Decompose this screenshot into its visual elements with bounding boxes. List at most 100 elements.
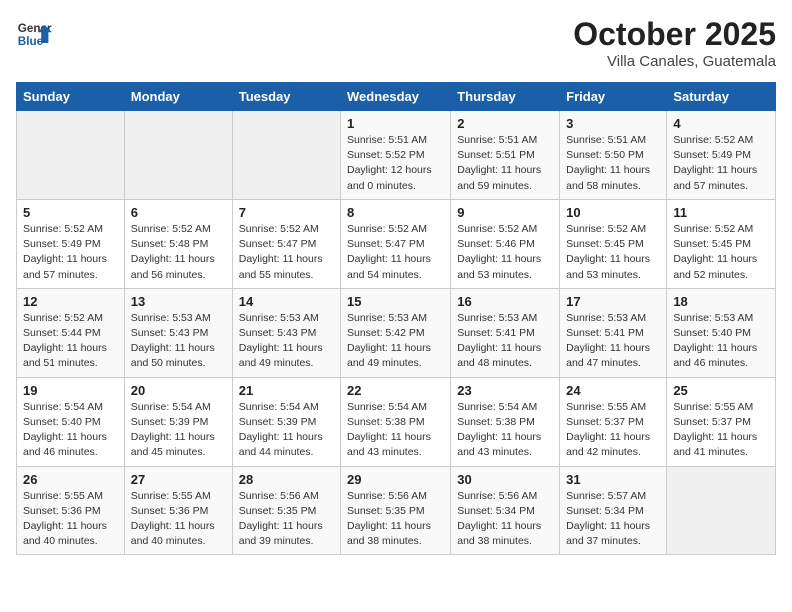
day-number: 29 <box>347 472 444 487</box>
day-info: Sunrise: 5:52 AMSunset: 5:48 PMDaylight:… <box>131 222 226 283</box>
day-info: Sunrise: 5:51 AMSunset: 5:50 PMDaylight:… <box>566 133 660 194</box>
day-info: Sunrise: 5:57 AMSunset: 5:34 PMDaylight:… <box>566 489 660 550</box>
day-number: 31 <box>566 472 660 487</box>
calendar-cell: 31 Sunrise: 5:57 AMSunset: 5:34 PMDayligh… <box>560 466 667 555</box>
day-info: Sunrise: 5:52 AMSunset: 5:45 PMDaylight:… <box>566 222 660 283</box>
day-number: 19 <box>23 383 118 398</box>
day-number: 13 <box>131 294 226 309</box>
day-info: Sunrise: 5:52 AMSunset: 5:44 PMDaylight:… <box>23 311 118 372</box>
weekday-header: Sunday <box>17 83 125 111</box>
day-number: 23 <box>457 383 553 398</box>
calendar-cell: 10 Sunrise: 5:52 AMSunset: 5:45 PMDayligh… <box>560 199 667 288</box>
day-info: Sunrise: 5:54 AMSunset: 5:38 PMDaylight:… <box>457 400 553 461</box>
day-info: Sunrise: 5:54 AMSunset: 5:39 PMDaylight:… <box>131 400 226 461</box>
weekday-header: Tuesday <box>232 83 340 111</box>
day-info: Sunrise: 5:51 AMSunset: 5:52 PMDaylight:… <box>347 133 444 194</box>
day-number: 7 <box>239 205 334 220</box>
calendar-cell: 27 Sunrise: 5:55 AMSunset: 5:36 PMDayligh… <box>124 466 232 555</box>
calendar-cell: 3 Sunrise: 5:51 AMSunset: 5:50 PMDaylight… <box>560 111 667 200</box>
day-info: Sunrise: 5:53 AMSunset: 5:41 PMDaylight:… <box>457 311 553 372</box>
weekday-header: Thursday <box>451 83 560 111</box>
calendar-week-row: 26 Sunrise: 5:55 AMSunset: 5:36 PMDayligh… <box>17 466 776 555</box>
calendar-cell: 12 Sunrise: 5:52 AMSunset: 5:44 PMDayligh… <box>17 288 125 377</box>
calendar-table: SundayMondayTuesdayWednesdayThursdayFrid… <box>16 82 776 555</box>
calendar-cell: 16 Sunrise: 5:53 AMSunset: 5:41 PMDayligh… <box>451 288 560 377</box>
day-number: 20 <box>131 383 226 398</box>
calendar-cell: 25Sunrise: 5:55 AMSunset: 5:37 PMDayligh… <box>667 377 776 466</box>
day-number: 30 <box>457 472 553 487</box>
day-number: 9 <box>457 205 553 220</box>
calendar-week-row: 12 Sunrise: 5:52 AMSunset: 5:44 PMDayligh… <box>17 288 776 377</box>
calendar-cell: 15 Sunrise: 5:53 AMSunset: 5:42 PMDayligh… <box>341 288 451 377</box>
svg-text:Blue: Blue <box>18 35 44 48</box>
calendar-cell: 8 Sunrise: 5:52 AMSunset: 5:47 PMDaylight… <box>341 199 451 288</box>
calendar-cell <box>124 111 232 200</box>
day-info: Sunrise: 5:52 AMSunset: 5:47 PMDaylight:… <box>239 222 334 283</box>
day-info: Sunrise: 5:52 AMSunset: 5:46 PMDaylight:… <box>457 222 553 283</box>
location: Villa Canales, Guatemala <box>573 53 776 70</box>
day-info: Sunrise: 5:52 AMSunset: 5:49 PMDaylight:… <box>673 133 769 194</box>
day-info: Sunrise: 5:51 AMSunset: 5:51 PMDaylight:… <box>457 133 553 194</box>
day-info: Sunrise: 5:53 AMSunset: 5:43 PMDaylight:… <box>239 311 334 372</box>
day-number: 14 <box>239 294 334 309</box>
day-number: 28 <box>239 472 334 487</box>
day-number: 21 <box>239 383 334 398</box>
calendar-cell: 29Sunrise: 5:56 AMSunset: 5:35 PMDayligh… <box>341 466 451 555</box>
calendar-cell <box>667 466 776 555</box>
day-info: Sunrise: 5:52 AMSunset: 5:49 PMDaylight:… <box>23 222 118 283</box>
day-number: 10 <box>566 205 660 220</box>
day-number: 4 <box>673 116 769 131</box>
weekday-header-row: SundayMondayTuesdayWednesdayThursdayFrid… <box>17 83 776 111</box>
calendar-cell: 18Sunrise: 5:53 AMSunset: 5:40 PMDayligh… <box>667 288 776 377</box>
calendar-cell: 23 Sunrise: 5:54 AMSunset: 5:38 PMDayligh… <box>451 377 560 466</box>
calendar-cell: 6 Sunrise: 5:52 AMSunset: 5:48 PMDaylight… <box>124 199 232 288</box>
day-number: 16 <box>457 294 553 309</box>
day-number: 15 <box>347 294 444 309</box>
calendar-cell: 20 Sunrise: 5:54 AMSunset: 5:39 PMDayligh… <box>124 377 232 466</box>
calendar-cell: 5Sunrise: 5:52 AMSunset: 5:49 PMDaylight… <box>17 199 125 288</box>
calendar-week-row: 19Sunrise: 5:54 AMSunset: 5:40 PMDayligh… <box>17 377 776 466</box>
weekday-header: Monday <box>124 83 232 111</box>
calendar-week-row: 5Sunrise: 5:52 AMSunset: 5:49 PMDaylight… <box>17 199 776 288</box>
day-info: Sunrise: 5:56 AMSunset: 5:34 PMDaylight:… <box>457 489 553 550</box>
day-info: Sunrise: 5:53 AMSunset: 5:42 PMDaylight:… <box>347 311 444 372</box>
calendar-cell: 11 Sunrise: 5:52 AMSunset: 5:45 PMDayligh… <box>667 199 776 288</box>
calendar-cell: 13 Sunrise: 5:53 AMSunset: 5:43 PMDayligh… <box>124 288 232 377</box>
day-info: Sunrise: 5:55 AMSunset: 5:36 PMDaylight:… <box>23 489 118 550</box>
day-info: Sunrise: 5:52 AMSunset: 5:45 PMDaylight:… <box>673 222 769 283</box>
logo-icon: General Blue <box>16 16 52 52</box>
day-number: 26 <box>23 472 118 487</box>
calendar-cell: 17Sunrise: 5:53 AMSunset: 5:41 PMDayligh… <box>560 288 667 377</box>
calendar-cell: 14 Sunrise: 5:53 AMSunset: 5:43 PMDayligh… <box>232 288 340 377</box>
day-info: Sunrise: 5:52 AMSunset: 5:47 PMDaylight:… <box>347 222 444 283</box>
day-info: Sunrise: 5:56 AMSunset: 5:35 PMDaylight:… <box>239 489 334 550</box>
day-number: 11 <box>673 205 769 220</box>
calendar-cell: 21 Sunrise: 5:54 AMSunset: 5:39 PMDayligh… <box>232 377 340 466</box>
day-info: Sunrise: 5:53 AMSunset: 5:41 PMDaylight:… <box>566 311 660 372</box>
title-block: October 2025 Villa Canales, Guatemala <box>573 16 776 70</box>
day-number: 25 <box>673 383 769 398</box>
day-info: Sunrise: 5:54 AMSunset: 5:39 PMDaylight:… <box>239 400 334 461</box>
logo: General Blue <box>16 16 52 52</box>
day-info: Sunrise: 5:53 AMSunset: 5:40 PMDaylight:… <box>673 311 769 372</box>
day-number: 22 <box>347 383 444 398</box>
day-number: 27 <box>131 472 226 487</box>
day-info: Sunrise: 5:53 AMSunset: 5:43 PMDaylight:… <box>131 311 226 372</box>
weekday-header: Friday <box>560 83 667 111</box>
day-info: Sunrise: 5:54 AMSunset: 5:38 PMDaylight:… <box>347 400 444 461</box>
calendar-cell: 30 Sunrise: 5:56 AMSunset: 5:34 PMDayligh… <box>451 466 560 555</box>
calendar-cell: 2 Sunrise: 5:51 AMSunset: 5:51 PMDaylight… <box>451 111 560 200</box>
day-number: 12 <box>23 294 118 309</box>
day-info: Sunrise: 5:55 AMSunset: 5:36 PMDaylight:… <box>131 489 226 550</box>
day-number: 3 <box>566 116 660 131</box>
day-number: 2 <box>457 116 553 131</box>
calendar-cell: 4 Sunrise: 5:52 AMSunset: 5:49 PMDaylight… <box>667 111 776 200</box>
month-title: October 2025 <box>573 16 776 53</box>
calendar-week-row: 1Sunrise: 5:51 AMSunset: 5:52 PMDaylight… <box>17 111 776 200</box>
weekday-header: Saturday <box>667 83 776 111</box>
day-number: 24 <box>566 383 660 398</box>
calendar-cell: 28 Sunrise: 5:56 AMSunset: 5:35 PMDayligh… <box>232 466 340 555</box>
day-number: 6 <box>131 205 226 220</box>
day-number: 8 <box>347 205 444 220</box>
calendar-cell: 7 Sunrise: 5:52 AMSunset: 5:47 PMDaylight… <box>232 199 340 288</box>
